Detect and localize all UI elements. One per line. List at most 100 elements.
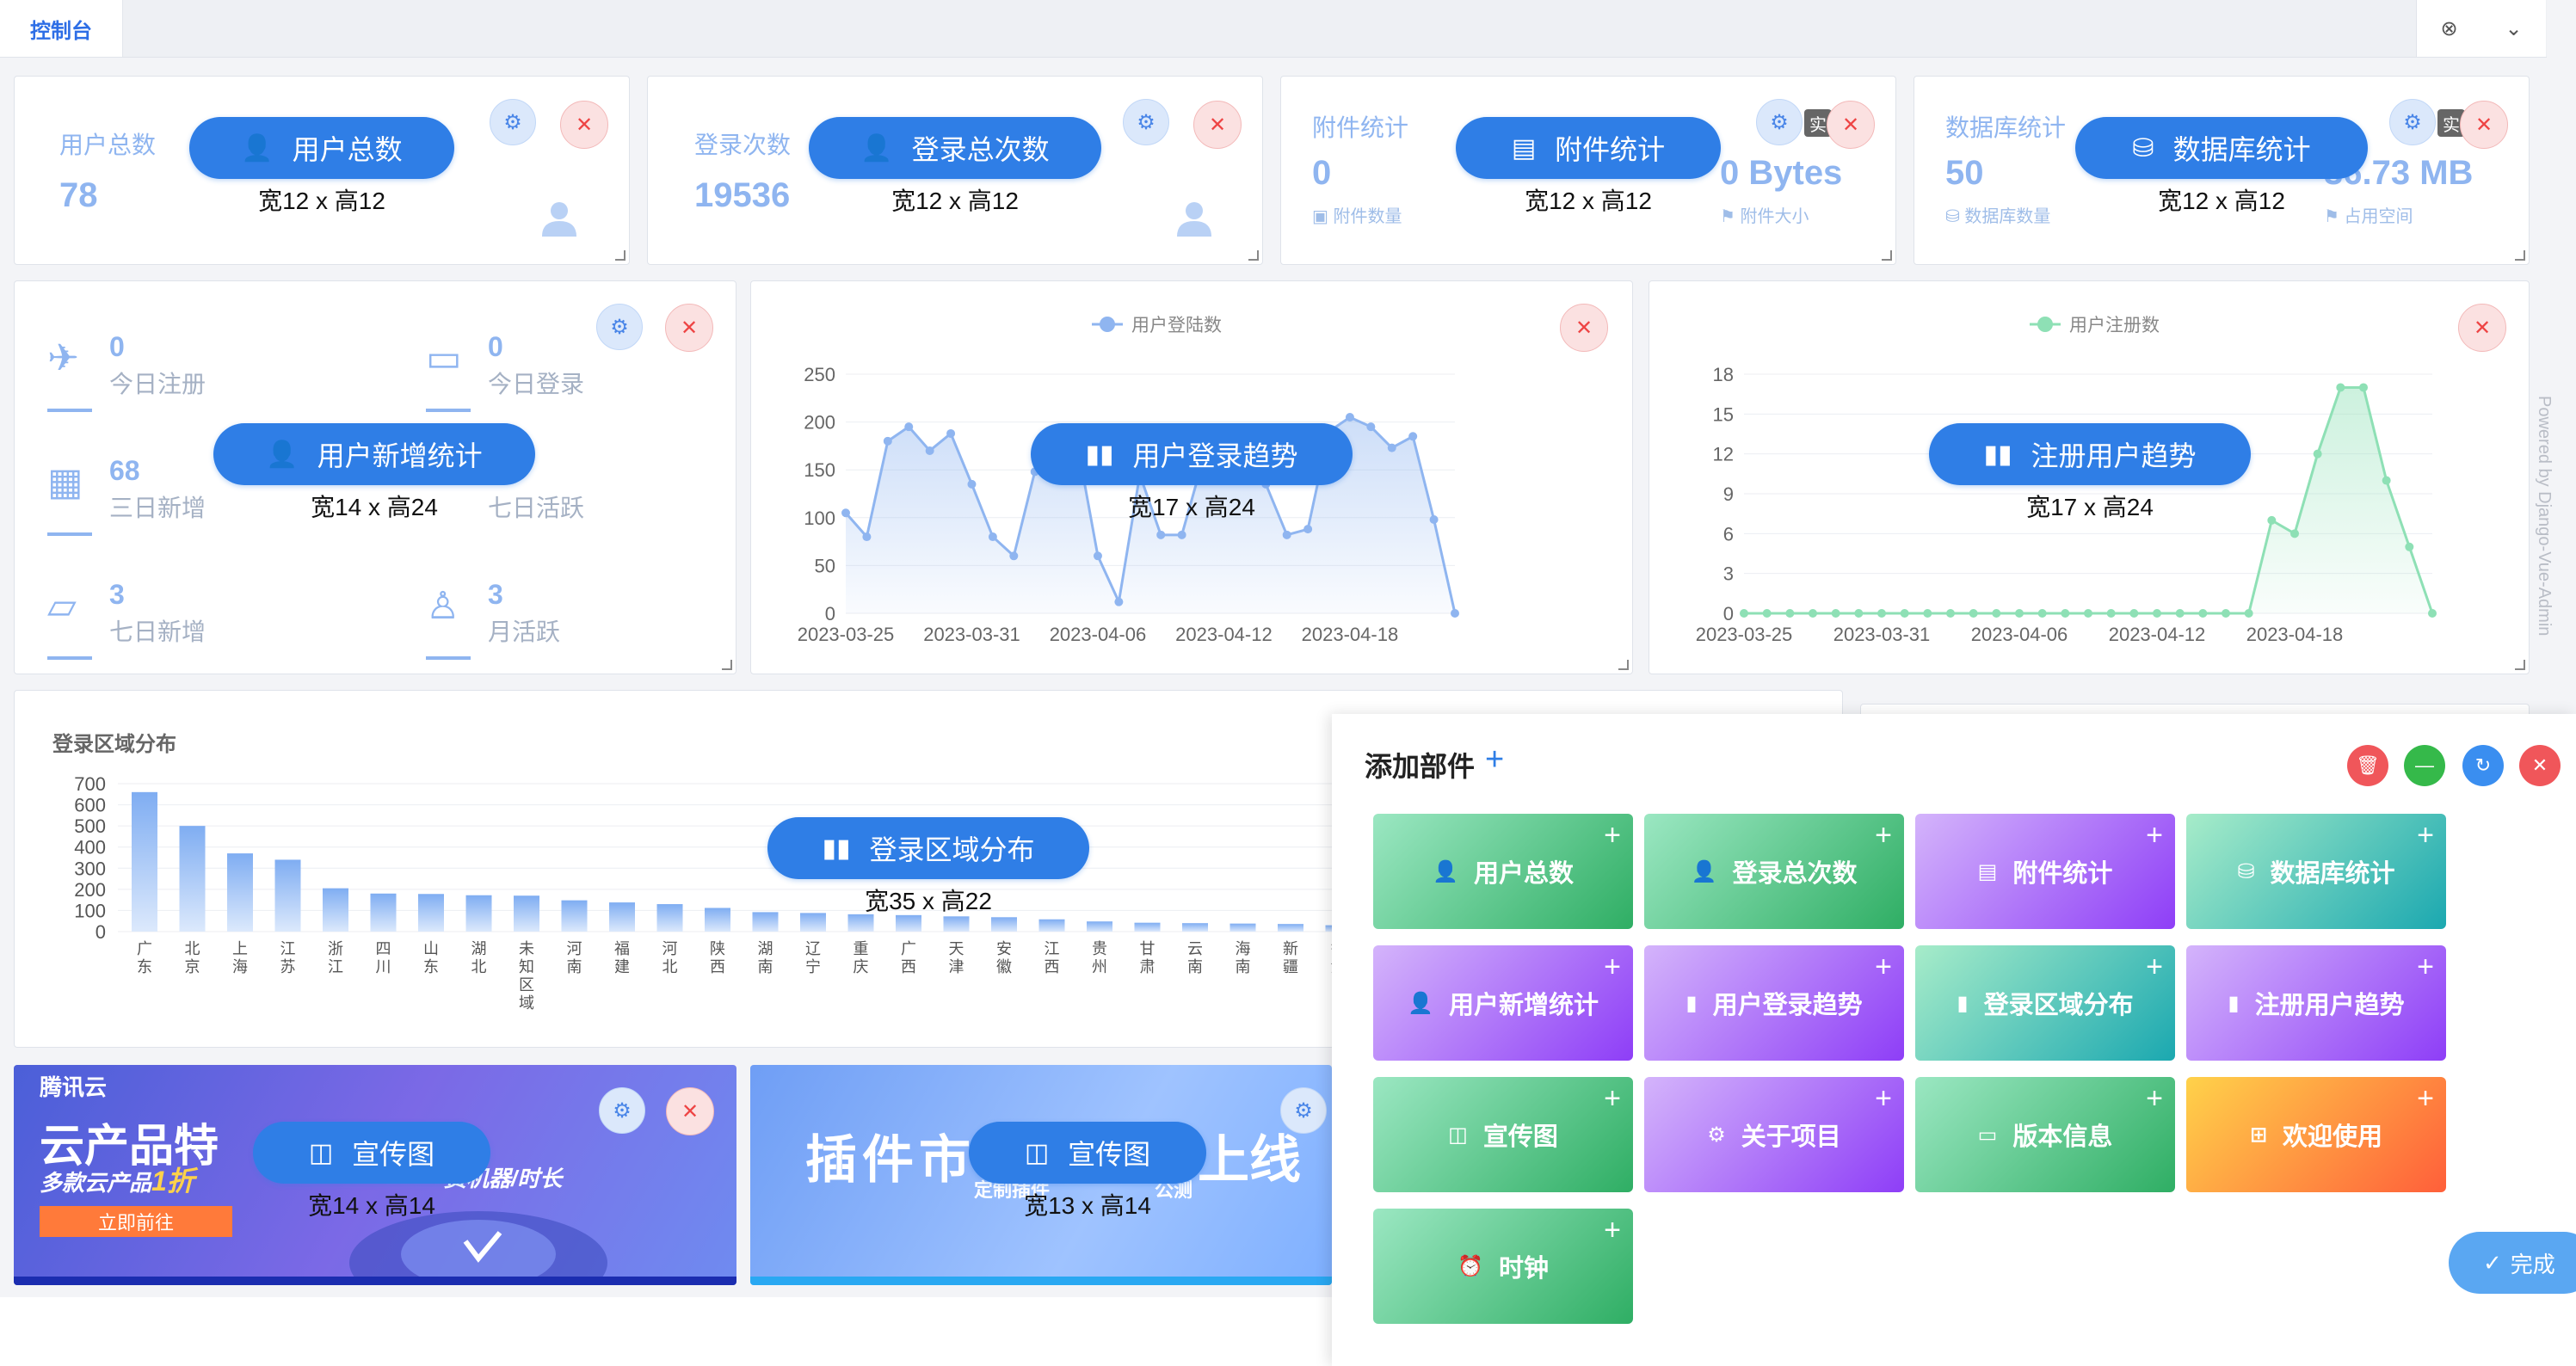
tile-label: 登录总次数 <box>1732 860 1858 888</box>
data-point <box>1809 609 1817 618</box>
close-widget-button[interactable]: ✕ <box>1827 101 1875 149</box>
resize-handle[interactable] <box>615 250 626 261</box>
widget-tile[interactable]: ▮ 注册用户趋势 + <box>2186 945 2446 1061</box>
stat-value: 78 <box>59 176 98 214</box>
powered-by[interactable]: Powered by Django-Vue-Admin <box>2534 396 2554 636</box>
settings-icon[interactable]: ⚙ <box>490 99 536 145</box>
x-tick-label: 天 <box>949 940 964 957</box>
widget-tile[interactable]: ◫ 宣传图 + <box>1373 1077 1633 1192</box>
delete-button[interactable]: 🗑 <box>2347 745 2388 786</box>
widget-tile[interactable]: 👤 用户总数 + <box>1373 814 1633 929</box>
close-widget-button[interactable]: ✕ <box>665 304 713 352</box>
add-icon[interactable]: + <box>1875 951 1892 984</box>
close-widget-button[interactable]: ✕ <box>560 101 608 149</box>
settings-icon[interactable]: ⚙ <box>1756 99 1803 145</box>
data-point <box>1854 609 1864 618</box>
add-icon[interactable]: + <box>2417 819 2434 852</box>
stat-item-value: 3 <box>109 579 125 610</box>
widget-tile[interactable]: ⊞ 欢迎使用 + <box>2186 1077 2446 1192</box>
add-icon[interactable]: + <box>1604 819 1621 852</box>
resize-handle[interactable] <box>2515 660 2525 670</box>
widget-drag-handle[interactable]: 👤 登录总次数 <box>809 117 1101 179</box>
widget-tile[interactable]: ▮ 用户登录趋势 + <box>1644 945 1904 1061</box>
widget-drag-handle[interactable]: ▤ 附件统计 <box>1456 117 1721 179</box>
resize-handle[interactable] <box>2515 250 2525 261</box>
data-point <box>2336 383 2345 392</box>
widget-tile[interactable]: ▭ 版本信息 + <box>1915 1077 2175 1192</box>
x-tick-label: 2023-04-12 <box>1175 624 1273 645</box>
settings-icon[interactable]: ⚙ <box>1123 99 1169 145</box>
add-icon[interactable]: + <box>2417 1082 2434 1116</box>
tab-dashboard[interactable]: 控制台 <box>0 0 123 57</box>
stat-item-value: 3 <box>488 579 503 610</box>
y-tick-label: 250 <box>804 364 835 385</box>
banner-cta-button[interactable]: 立即前往 <box>40 1206 232 1237</box>
x-tick-label: 四 <box>376 940 391 957</box>
y-tick-label: 700 <box>74 773 106 795</box>
y-tick-label: 100 <box>74 900 106 921</box>
bar <box>896 914 921 932</box>
add-icon[interactable]: + <box>2146 1082 2163 1116</box>
widget-drag-handle[interactable]: 👤 用户总数 <box>189 117 454 179</box>
widget-tile[interactable]: ⏰ 时钟 + <box>1373 1209 1633 1324</box>
close-panel-button[interactable]: ✕ <box>2519 745 2561 786</box>
data-point <box>841 508 850 518</box>
add-icon[interactable]: + <box>1604 1082 1621 1116</box>
data-point <box>967 479 977 489</box>
add-icon[interactable]: + <box>1604 1214 1621 1247</box>
widget-tile[interactable]: ▤ 附件统计 + <box>1915 814 2175 929</box>
resize-handle[interactable] <box>1618 660 1629 670</box>
close-widget-button[interactable]: ✕ <box>1193 101 1242 149</box>
widget-tile[interactable]: ⚙ 关于项目 + <box>1644 1077 1904 1192</box>
settings-icon[interactable]: ⚙ <box>1280 1087 1327 1134</box>
brand-logo: 腾讯云 <box>40 1074 108 1100</box>
widget-drag-handle[interactable]: ▮▮ 登录区域分布 <box>767 817 1089 879</box>
close-widget-button[interactable]: ✕ <box>2460 101 2508 149</box>
data-point <box>2222 609 2230 618</box>
stat-item: ✈ 0 今日注册 <box>47 331 357 417</box>
resize-handle[interactable] <box>1248 250 1259 261</box>
widget-drag-handle[interactable]: ▮▮ 注册用户趋势 <box>1929 423 2251 485</box>
add-icon[interactable]: + <box>2417 951 2434 984</box>
stat-item-label: 月活跃 <box>488 618 561 645</box>
refresh-button[interactable]: ↻ <box>2462 745 2504 786</box>
widget-drag-handle[interactable]: ◫ 宣传图 <box>253 1122 490 1184</box>
close-all-icon[interactable]: ⊗ <box>2440 16 2457 41</box>
settings-icon[interactable]: ⚙ <box>2389 99 2436 145</box>
data-point <box>1366 422 1376 432</box>
tile-label: 版本信息 <box>2012 1123 2113 1151</box>
add-icon[interactable]: + <box>1875 819 1892 852</box>
widget-tile[interactable]: 👤 登录总次数 + <box>1644 814 1904 929</box>
widget-size: 宽14 x 高14 <box>308 1192 435 1219</box>
widget-drag-handle[interactable]: 👤 用户新增统计 <box>213 423 535 485</box>
data-point <box>2267 515 2277 525</box>
add-icon[interactable]: + <box>1604 951 1621 984</box>
widget-tile[interactable]: ⛁ 数据库统计 + <box>2186 814 2446 929</box>
widget-size: 宽35 x 高22 <box>865 888 992 914</box>
done-button[interactable]: ✓ 完成 <box>2449 1232 2576 1294</box>
widget-tile[interactable]: 👤 用户新增统计 + <box>1373 945 1633 1061</box>
settings-icon[interactable]: ⚙ <box>596 304 643 350</box>
tile-icon: ▭ <box>1977 1123 1998 1147</box>
widget-drag-handle[interactable]: ⛁ 数据库统计 <box>2075 117 2368 179</box>
widget-size: 宽17 x 高24 <box>1128 494 1255 520</box>
minimize-button[interactable]: — <box>2404 745 2445 786</box>
close-widget-button[interactable]: ✕ <box>2458 304 2506 352</box>
widget-tile[interactable]: ▮ 登录区域分布 + <box>1915 945 2175 1061</box>
close-widget-button[interactable]: ✕ <box>666 1087 714 1135</box>
bar <box>656 904 683 932</box>
add-icon[interactable]: + <box>2146 819 2163 852</box>
add-icon[interactable]: + <box>2146 951 2163 984</box>
resize-handle[interactable] <box>1882 250 1892 261</box>
resize-handle[interactable] <box>722 660 732 670</box>
widget-drag-handle[interactable]: ▮▮ 用户登录趋势 <box>1031 423 1353 485</box>
widget-drag-handle[interactable]: ◫ 宣传图 <box>969 1122 1206 1184</box>
chevron-down-icon[interactable]: ⌄ <box>2505 16 2522 41</box>
add-icon[interactable]: + <box>1875 1082 1892 1116</box>
settings-icon[interactable]: ⚙ <box>599 1087 645 1134</box>
close-widget-button[interactable]: ✕ <box>1560 304 1608 352</box>
tile-label: 用户登录趋势 <box>1712 992 1863 1019</box>
add-icon[interactable]: + <box>1485 741 1504 778</box>
data-point <box>2290 529 2299 538</box>
stat-item-value: 0 <box>109 331 125 362</box>
